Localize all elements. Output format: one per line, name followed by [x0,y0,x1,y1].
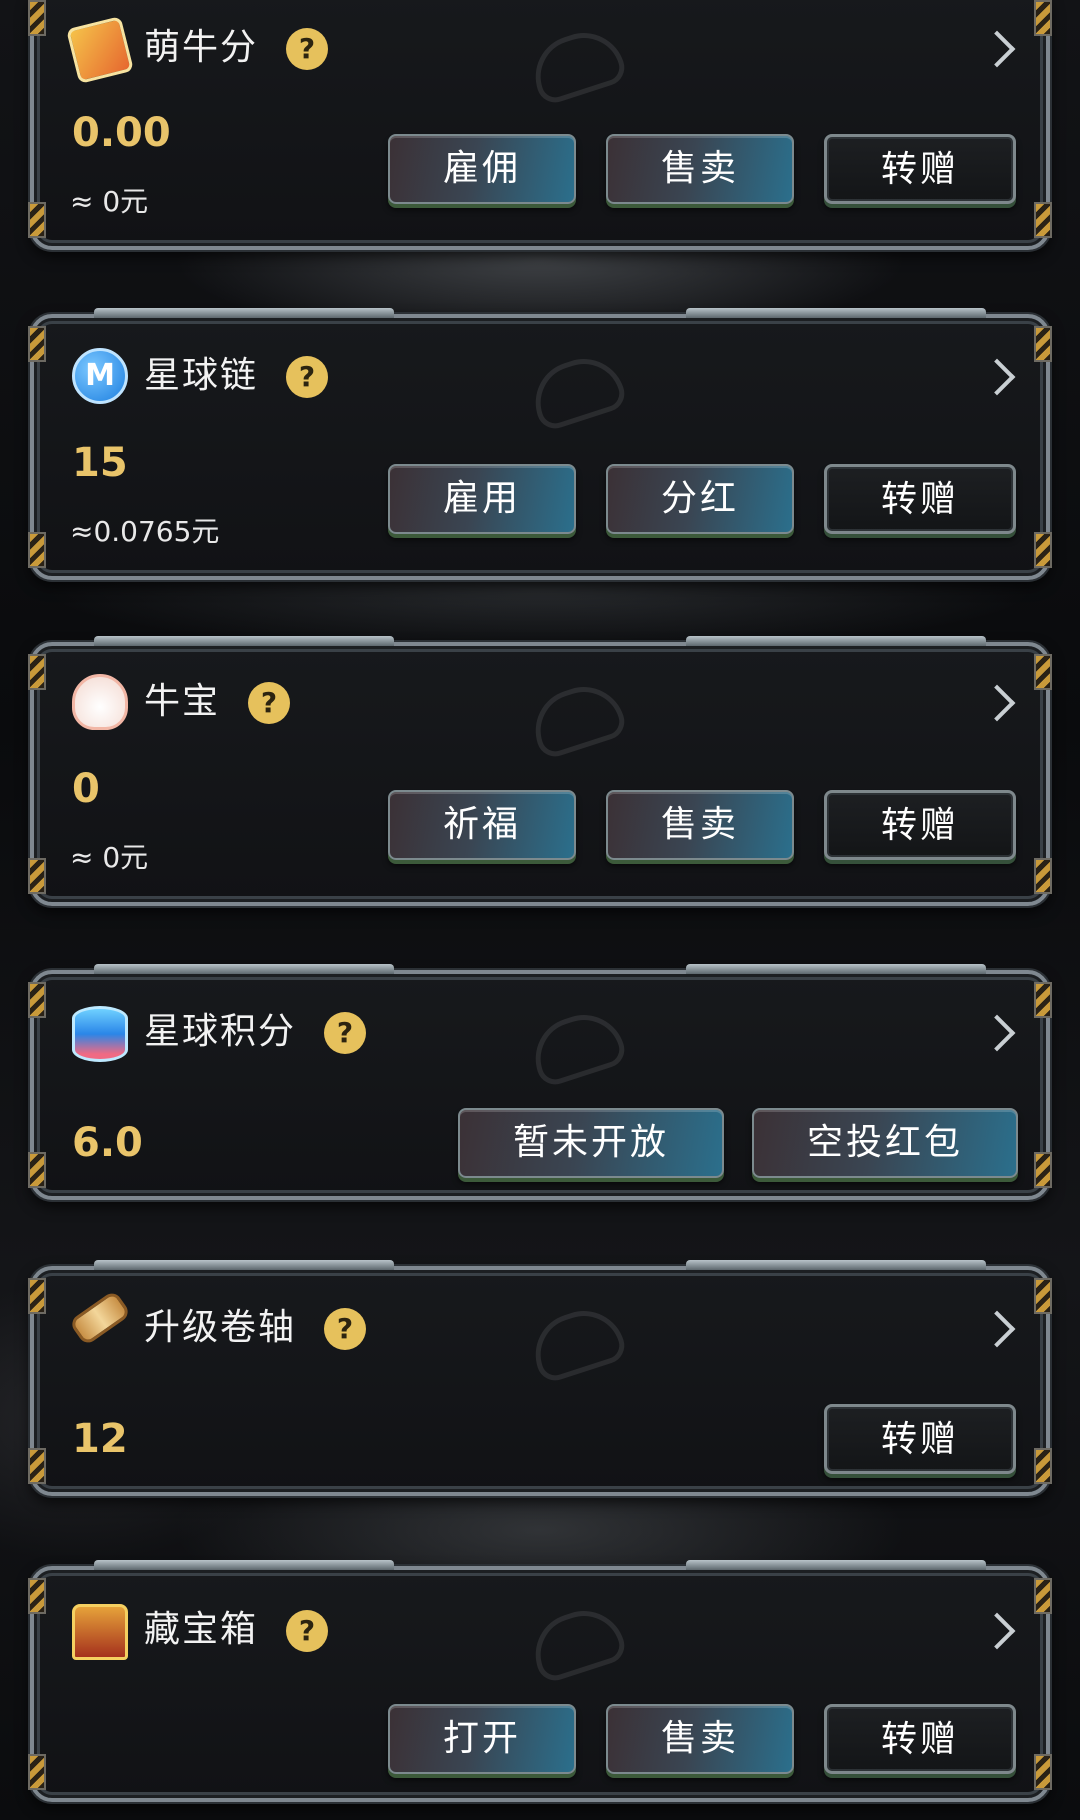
chevron-right-icon[interactable] [978,684,1016,722]
asset-card-xingqiulian: M 星球链 ? 15 ≈0.0765元 雇用 分红 转赠 [28,308,1052,580]
stripe-decoration [1034,1278,1052,1314]
stripe-decoration [1034,982,1052,1018]
stripe-decoration [1034,1578,1052,1614]
watermark-logo [454,981,735,1217]
asset-card-cangbaoxiang: 藏宝箱 ? 打开 售卖 转赠 [28,1560,1052,1802]
ticket-icon [66,16,134,84]
stripe-decoration [28,1578,46,1614]
scroll-icon [68,1289,132,1347]
asset-title: 藏宝箱 [144,1609,259,1650]
chevron-right-icon[interactable] [978,30,1016,68]
stripe-decoration [28,532,46,568]
asset-card-xingqiujifen: 星球积分 ? 6.0 暂未开放 空投红包 [28,964,1052,1200]
stripe-decoration [1034,654,1052,690]
stripe-decoration [28,1754,46,1790]
asset-amount: 0.00 [72,110,171,156]
asset-amount: 0 [72,766,100,812]
stripe-decoration [28,1152,46,1188]
transfer-button[interactable]: 转赠 [824,134,1016,204]
asset-card-mengniufen: 萌牛分 ? 0.00 ≈ 0元 雇佣 售卖 转赠 [28,0,1052,250]
asset-title: 升级卷轴 [144,1307,297,1348]
asset-fiat-value: ≈0.0765元 [70,515,220,548]
stripe-decoration [28,858,46,894]
hire-button[interactable]: 雇佣 [388,134,576,204]
asset-amount: 6.0 [72,1120,143,1166]
transfer-button[interactable]: 转赠 [824,464,1016,534]
help-icon[interactable]: ? [286,356,328,398]
transfer-button[interactable]: 转赠 [824,1404,1016,1474]
asset-fiat-value: ≈ 0元 [70,185,149,218]
stripe-decoration [28,202,46,238]
sell-button[interactable]: 售卖 [606,1704,794,1774]
stripe-decoration [1034,1754,1052,1790]
chevron-right-icon[interactable] [978,1014,1016,1052]
chevron-right-icon[interactable] [978,1310,1016,1348]
stripe-decoration [28,654,46,690]
open-button[interactable]: 打开 [388,1704,576,1774]
asset-card-shengjijuanzhou: 升级卷轴 ? 12 转赠 [28,1260,1052,1496]
asset-title: 萌牛分 [144,27,259,68]
asset-fiat-value: ≈ 0元 [70,841,149,874]
stripe-decoration [1034,326,1052,362]
asset-amount: 15 [72,440,128,486]
asset-title: 星球积分 [144,1011,297,1052]
transfer-button[interactable]: 转赠 [824,1704,1016,1774]
treasure-chest-icon [72,1604,128,1660]
help-icon[interactable]: ? [248,682,290,724]
not-open-button[interactable]: 暂未开放 [458,1108,724,1178]
sell-button[interactable]: 售卖 [606,134,794,204]
chevron-right-icon[interactable] [978,1612,1016,1650]
hire-button[interactable]: 雇用 [388,464,576,534]
help-icon[interactable]: ? [324,1012,366,1054]
coin-m-icon: M [72,348,128,404]
stripe-decoration [28,326,46,362]
airdrop-red-packet-button[interactable]: 空投红包 [752,1108,1018,1178]
stripe-decoration [1034,202,1052,238]
stripe-decoration [28,0,46,36]
chevron-right-icon[interactable] [978,358,1016,396]
asset-title: 牛宝 [144,681,221,722]
pray-button[interactable]: 祈福 [388,790,576,860]
dividend-button[interactable]: 分红 [606,464,794,534]
stripe-decoration [28,982,46,1018]
stripe-decoration [1034,1448,1052,1484]
asset-title: 星球链 [144,355,259,396]
help-icon[interactable]: ? [324,1308,366,1350]
background [0,0,1080,1820]
stripe-decoration [1034,1152,1052,1188]
cow-icon [72,674,128,730]
watermark-logo [454,1577,735,1813]
database-icon [72,1006,128,1062]
stripe-decoration [1034,858,1052,894]
asset-card-niubao: 牛宝 ? 0 ≈ 0元 祈福 售卖 转赠 [28,636,1052,906]
stripe-decoration [28,1278,46,1314]
stripe-decoration [1034,532,1052,568]
stripe-decoration [28,1448,46,1484]
watermark-logo [454,1277,735,1513]
help-icon[interactable]: ? [286,28,328,70]
sell-button[interactable]: 售卖 [606,790,794,860]
transfer-button[interactable]: 转赠 [824,790,1016,860]
asset-amount: 12 [72,1416,128,1462]
stripe-decoration [1034,0,1052,36]
help-icon[interactable]: ? [286,1610,328,1652]
